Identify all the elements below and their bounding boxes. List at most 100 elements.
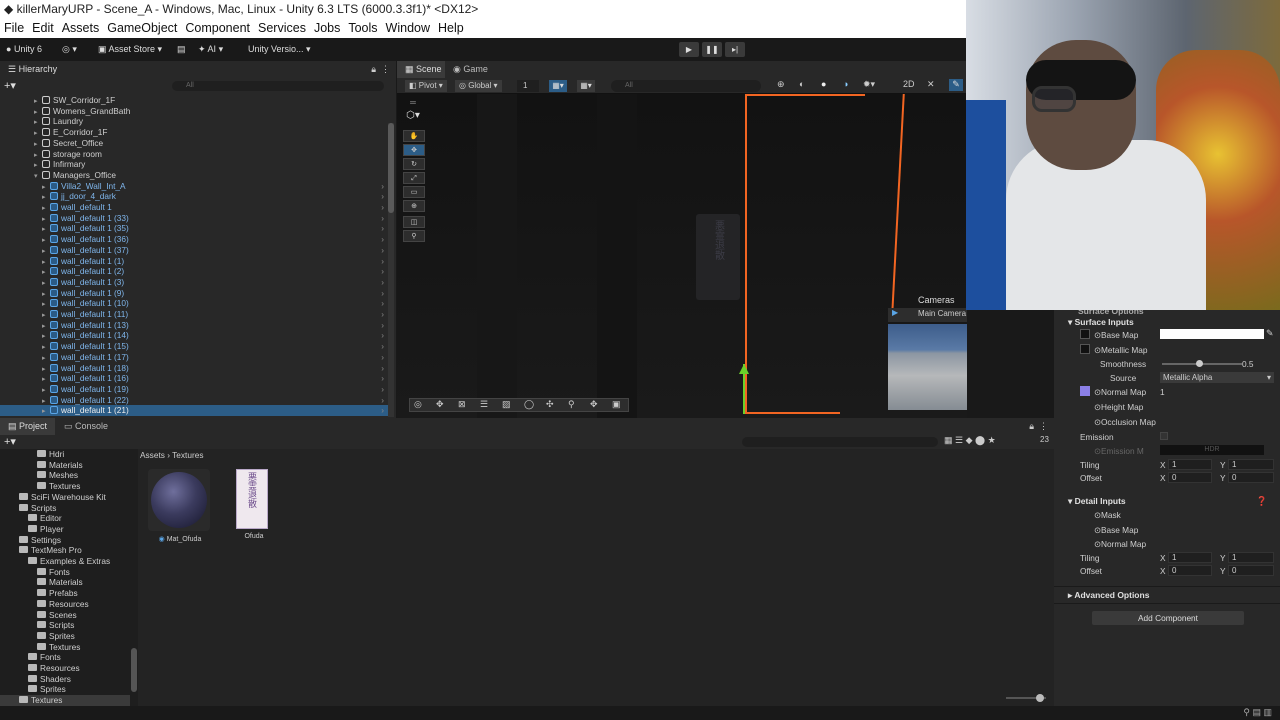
asset-tile[interactable]: 悪霊退散 Ofuda	[222, 469, 286, 549]
prefab-open-icon[interactable]: ›	[381, 234, 384, 245]
status-icons[interactable]: ⚲ ▤ ▥	[1243, 707, 1272, 718]
menu-window[interactable]: Window	[382, 19, 434, 38]
project-tree-item[interactable]: Fonts	[0, 567, 130, 578]
menu-assets[interactable]: Assets	[58, 19, 104, 38]
shading-lit-icon[interactable]: ◑	[843, 79, 848, 89]
lightmap-icon[interactable]: ▨	[502, 399, 511, 410]
advanced-options-header[interactable]: ▸ Advanced Options	[1068, 590, 1149, 601]
expand-arrow-icon[interactable]: ▸	[42, 407, 50, 417]
2d-toggle-icon[interactable]: 2D	[903, 79, 915, 89]
tab-project[interactable]: ▤ Project	[0, 418, 56, 435]
project-tree-item[interactable]: Materials	[0, 460, 130, 471]
slider-handle[interactable]	[1036, 694, 1044, 702]
hierarchy-item[interactable]: ▸ wall_default 1 (21) ›	[0, 405, 388, 416]
asset-tile[interactable]: ◉ Mat_Ofuda	[148, 469, 212, 549]
project-tree-item[interactable]: Textures	[0, 481, 130, 492]
hierarchy-item[interactable]: ▸ wall_default 1 (9) ›	[0, 288, 388, 299]
project-tree-item[interactable]: Materials	[0, 577, 130, 588]
project-tree-item[interactable]: Textures	[0, 695, 130, 706]
hierarchy-item[interactable]: ▸ E_Corridor_1F	[0, 127, 388, 138]
hierarchy-item[interactable]: ▸ Womens_GrandBath	[0, 106, 388, 117]
scale-tool-icon[interactable]: ⤢	[403, 172, 425, 184]
hierarchy-item[interactable]: ▸ wall_default 1 (17) ›	[0, 352, 388, 363]
prefab-open-icon[interactable]: ›	[381, 181, 384, 192]
more-menu-icon[interactable]: ⋮	[381, 61, 390, 78]
hierarchy-item[interactable]: ▸ wall_default 1 (13) ›	[0, 320, 388, 331]
menu-edit[interactable]: Edit	[28, 19, 58, 38]
breadcrumb-textures[interactable]: Textures	[172, 450, 203, 460]
base-map-swatch[interactable]	[1080, 329, 1090, 339]
hierarchy-item[interactable]: ▸ Laundry	[0, 116, 388, 127]
lighting-icon[interactable]: ✹▾	[863, 79, 875, 90]
smoothness-slider[interactable]	[1162, 360, 1242, 367]
menu-gameobject[interactable]: GameObject	[103, 19, 181, 38]
menu-jobs[interactable]: Jobs	[310, 19, 344, 38]
move-snap-icon[interactable]: ✥	[436, 399, 444, 410]
prefab-open-icon[interactable]: ›	[381, 256, 384, 267]
project-tree-item[interactable]: SciFi Warehouse Kit	[0, 492, 130, 503]
base-map-color[interactable]	[1160, 329, 1264, 339]
tab-console[interactable]: ▭ Console	[56, 418, 117, 435]
rotate-tool-icon[interactable]: ↻	[403, 158, 425, 170]
grid-visibility-icon[interactable]: ▦▾	[577, 80, 595, 92]
version-control-button[interactable]: Unity Versio... ▾	[248, 38, 311, 61]
project-tree-scroll-thumb[interactable]	[131, 648, 137, 692]
collab-icon[interactable]: ◎ ▾	[62, 38, 77, 61]
transform-tool-icon[interactable]: ⊕	[403, 200, 425, 212]
hierarchy-item[interactable]: ▸ Secret_Office	[0, 138, 388, 149]
surface-inputs-header[interactable]: ▾ Surface Inputs	[1068, 317, 1134, 328]
hierarchy-item[interactable]: ▸ Infirmary	[0, 159, 388, 170]
offset-y-field[interactable]: 0	[1228, 472, 1274, 483]
frame-icon[interactable]: ▣	[612, 399, 621, 410]
project-tree-item[interactable]: Player	[0, 524, 130, 535]
unity-account-button[interactable]: ● Unity 6	[6, 38, 42, 61]
smoothness-handle[interactable]	[1196, 360, 1203, 367]
hierarchy-item[interactable]: ▸ wall_default 1 (22) ›	[0, 395, 388, 406]
prefab-open-icon[interactable]: ›	[381, 395, 384, 406]
play-button[interactable]: ▶	[679, 42, 699, 57]
detail-tiling-y-field[interactable]: 1	[1228, 552, 1274, 563]
project-lock-icon[interactable]: 🔒︎	[1029, 418, 1034, 435]
menu-services[interactable]: Services	[254, 19, 310, 38]
shading-wire-icon[interactable]: ◐	[799, 79, 804, 89]
prefab-open-icon[interactable]: ›	[381, 405, 384, 416]
prefab-open-icon[interactable]: ›	[381, 202, 384, 213]
normal-map-swatch[interactable]	[1080, 386, 1090, 396]
prefab-open-icon[interactable]: ›	[381, 384, 384, 395]
hierarchy-item[interactable]: ▸ wall_default 1 (37) ›	[0, 245, 388, 256]
move-tool-icon[interactable]: ✥	[403, 144, 425, 156]
tab-hierarchy[interactable]: ☰ Hierarchy	[0, 61, 66, 78]
pivot-dropdown[interactable]: ◧ Pivot ▾	[405, 80, 447, 92]
menu-file[interactable]: File	[0, 19, 28, 38]
hierarchy-item[interactable]: ▸ wall_default 1 (16) ›	[0, 373, 388, 384]
project-tree-item[interactable]: Examples & Extras	[0, 556, 130, 567]
emission-checkbox[interactable]	[1160, 432, 1168, 440]
audio-icon[interactable]: ✕	[927, 79, 935, 90]
hierarchy-item[interactable]: ▸ wall_default 1 (33) ›	[0, 213, 388, 224]
package-icon[interactable]: ▤	[177, 38, 186, 61]
hierarchy-item[interactable]: ▸ wall_default 1 (11) ›	[0, 309, 388, 320]
align-icon[interactable]: ☰	[480, 399, 488, 410]
hierarchy-item[interactable]: ▸ wall_default 1 (2) ›	[0, 266, 388, 277]
prefab-open-icon[interactable]: ›	[381, 373, 384, 384]
prefab-open-icon[interactable]: ›	[381, 320, 384, 331]
lock-icon[interactable]: 🔒︎	[371, 61, 376, 78]
detail-inputs-header[interactable]: ▾ Detail Inputs	[1068, 496, 1126, 507]
pause-button[interactable]: ❚❚	[702, 42, 722, 57]
prefab-open-icon[interactable]: ›	[381, 245, 384, 256]
gizmos-icon[interactable]: ✎	[949, 79, 963, 91]
prefab-open-icon[interactable]: ›	[381, 330, 384, 341]
metallic-map-swatch[interactable]	[1080, 344, 1090, 354]
hierarchy-item[interactable]: ▸ Villa2_Wall_Int_A ›	[0, 181, 388, 192]
hierarchy-item[interactable]: ▸ wall_default 1 (3) ›	[0, 277, 388, 288]
snap-icon[interactable]: ◎	[414, 399, 422, 410]
gizmo-y-arrow-icon[interactable]	[739, 364, 749, 374]
pan-icon[interactable]: ✥	[590, 399, 598, 410]
zoom-icon[interactable]: ⚲	[568, 399, 575, 410]
add-icon[interactable]: +▾	[4, 79, 16, 92]
globe-icon[interactable]: ⊕	[777, 79, 785, 90]
custom-tool-icon[interactable]: ◫	[403, 216, 425, 228]
hierarchy-item[interactable]: ▸ wall_default 1 ›	[0, 202, 388, 213]
prefab-open-icon[interactable]: ›	[381, 191, 384, 202]
prefab-open-icon[interactable]: ›	[381, 298, 384, 309]
